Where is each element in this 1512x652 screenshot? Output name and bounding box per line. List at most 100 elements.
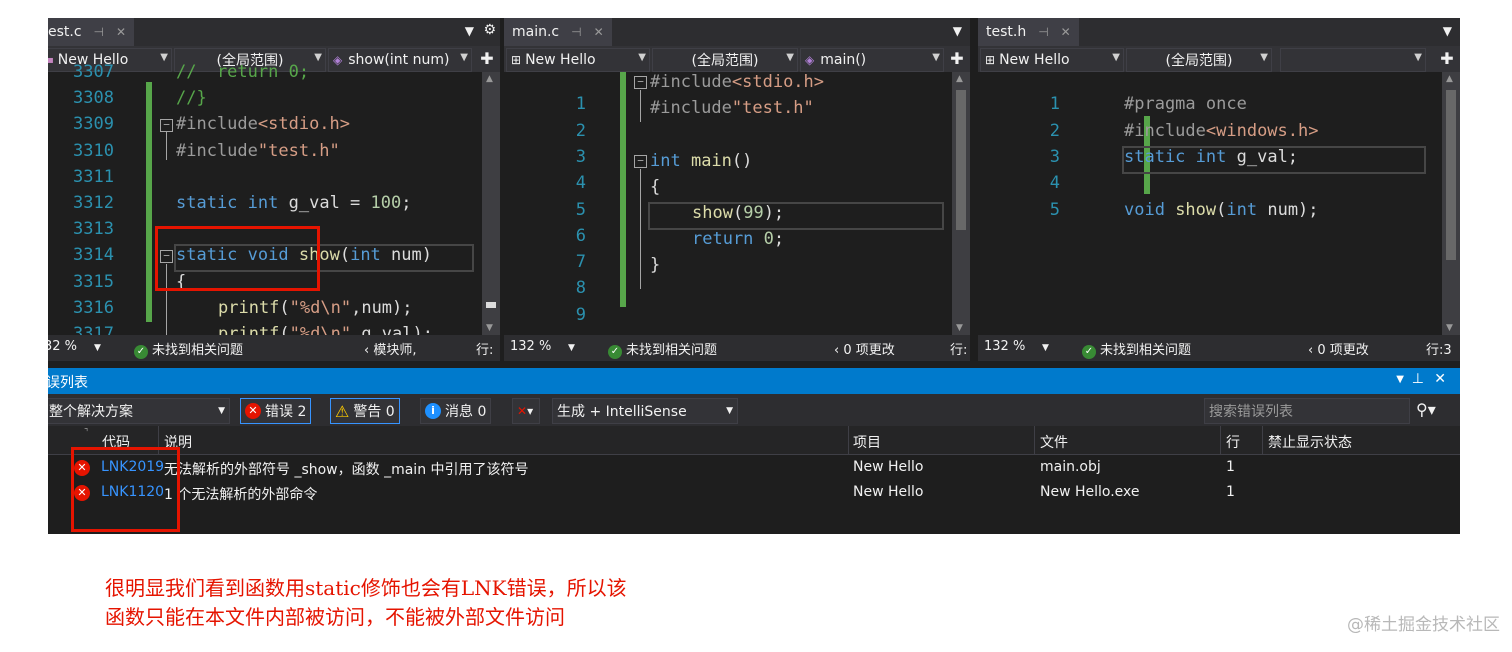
pin-icon[interactable]: ⊣	[94, 25, 104, 39]
tab-dropdown-icon[interactable]: ▼	[953, 24, 962, 38]
column-divider[interactable]	[1220, 426, 1221, 454]
tab-dropdown-icon[interactable]: ▼	[1443, 24, 1452, 38]
collapse-icon[interactable]: −	[160, 119, 173, 132]
tab-test-c[interactable]: est.c ⊣ ✕	[48, 18, 135, 46]
zoom-dropdown-icon[interactable]: ▼	[94, 343, 101, 353]
code-editor[interactable]: 1 2 3 4 5 6 7 8 9 − #include<stdio.h> #i…	[504, 72, 970, 335]
scroll-up-icon[interactable]: ▲	[956, 74, 963, 84]
scrollbar-thumb[interactable]	[1446, 90, 1456, 260]
issues-indicator[interactable]: ✓ 未找到相关问题	[608, 339, 717, 359]
column-divider[interactable]	[848, 426, 849, 454]
gear-icon[interactable]: ⚙	[483, 22, 496, 38]
change-indicator	[146, 82, 152, 322]
line-number: 7	[575, 252, 586, 272]
tab-test-h[interactable]: test.h ⊣ ✕	[978, 18, 1079, 46]
status-extra[interactable]: ‹ 模块师,	[364, 339, 416, 358]
pin-icon[interactable]: ⊣	[571, 25, 581, 39]
error-description: 1 个无法解析的外部命令	[164, 487, 318, 503]
collapse-icon[interactable]: −	[634, 76, 647, 89]
method-icon: ◈	[333, 53, 343, 67]
scroll-up-icon[interactable]: ▲	[486, 74, 493, 84]
errors-filter-button[interactable]: ✕ 错误 2	[240, 398, 312, 424]
scroll-down-icon[interactable]: ▼	[1446, 323, 1453, 333]
build-filter-dropdown[interactable]: 生成 + IntelliSense ▼	[552, 398, 738, 424]
line-number: 3314	[73, 245, 114, 265]
pin-icon[interactable]: ⊣	[1038, 25, 1048, 39]
tab-main-c[interactable]: main.c ⊣ ✕	[504, 18, 612, 46]
column-divider[interactable]	[1034, 426, 1035, 454]
error-row[interactable]: ✕ LNK2019 无法解析的外部符号 _show，函数 _main 中引用了该…	[48, 456, 1460, 481]
navigation-bar: ⊞ New Hello ▼ (全局范围) ▼ ◈ main() ▼ ✚	[504, 46, 970, 72]
zoom-level[interactable]: 132 %	[984, 339, 1025, 354]
error-list-title: 误列表	[48, 375, 88, 391]
tab-dropdown-icon[interactable]: ▼	[465, 24, 474, 38]
warnings-filter-button[interactable]: ⚠ 警告 0	[330, 398, 400, 424]
scrollbar-thumb[interactable]	[486, 302, 496, 308]
line-number: 2	[575, 121, 586, 141]
filter-toggle-button[interactable]: ✕▾	[512, 398, 540, 424]
vertical-scrollbar[interactable]: ▲ ▼	[1442, 72, 1460, 335]
editor-pane-main-c: main.c ⊣ ✕ ▼ ⊞ New Hello ▼ (全局范围) ▼ ◈ ma…	[504, 18, 970, 361]
change-indicator	[620, 72, 626, 307]
code-editor[interactable]: 1 2 3 4 5 #pragma once #include<windows.…	[978, 72, 1460, 335]
column-suppression[interactable]: 禁止显示状态	[1268, 432, 1352, 452]
split-icon[interactable]: ✚	[1436, 48, 1458, 70]
search-icon[interactable]: ⚲▾	[1416, 400, 1436, 419]
scroll-up-icon[interactable]: ▲	[1446, 74, 1453, 84]
column-divider[interactable]	[1262, 426, 1263, 454]
code-line: #include"test.h"	[650, 98, 814, 118]
code-line: printf("%d\n",num);	[218, 298, 413, 318]
zoom-level[interactable]: 32 %	[48, 339, 77, 354]
line-number: 3309	[73, 114, 114, 134]
column-file[interactable]: 文件	[1040, 432, 1068, 452]
chevron-down-icon: ▼	[1414, 52, 1422, 63]
zoom-level[interactable]: 132 %	[510, 339, 551, 354]
editor-status-bar: 32 % ▼ ✓ 未找到相关问题 ‹ 模块师, 行:	[48, 335, 500, 361]
messages-filter-label: 消息 0	[445, 404, 487, 420]
vertical-scrollbar[interactable]: ▲ ▼	[952, 72, 970, 335]
messages-filter-button[interactable]: i 消息 0	[420, 398, 492, 424]
scope-filter-dropdown[interactable]: 整个解决方案 ▼	[48, 398, 230, 424]
row-indicator: 行:	[476, 343, 494, 358]
zoom-dropdown-icon[interactable]: ▼	[1042, 343, 1049, 353]
search-error-list-input[interactable]: 搜索错误列表	[1204, 398, 1410, 424]
member-dropdown[interactable]: ▼	[1280, 48, 1426, 72]
member-dropdown[interactable]: ◈ main() ▼	[800, 48, 944, 72]
column-line[interactable]: 行	[1226, 432, 1240, 452]
pin-icon[interactable]: ⊥	[1412, 371, 1424, 387]
error-icon: ✕	[245, 403, 261, 419]
code-line: #include"test.h"	[176, 141, 340, 161]
line-number: 5	[575, 200, 586, 220]
scroll-down-icon[interactable]: ▼	[956, 323, 963, 333]
split-icon[interactable]: ✚	[476, 48, 498, 70]
build-filter-label: 生成 + IntelliSense	[557, 404, 687, 420]
split-icon[interactable]: ✚	[946, 48, 968, 70]
column-project[interactable]: 项目	[853, 432, 881, 452]
scope-dropdown[interactable]: (全局范围) ▼	[1126, 48, 1272, 72]
chevron-down-icon: ▼	[160, 52, 168, 63]
close-icon[interactable]: ✕	[1434, 371, 1446, 387]
project-dropdown[interactable]: ⊞ New Hello ▼	[980, 48, 1124, 72]
panel-menu-icon[interactable]: ▼	[1396, 374, 1404, 385]
collapse-icon[interactable]: −	[634, 155, 647, 168]
code-line: #include<stdio.h>	[176, 114, 351, 134]
issues-indicator[interactable]: ✓ 未找到相关问题	[1082, 339, 1191, 359]
status-extra[interactable]: ‹ 0 项更改	[834, 339, 895, 358]
vertical-scrollbar[interactable]: ▲ ▼	[482, 72, 500, 335]
issues-indicator[interactable]: ✓ 未找到相关问题	[134, 339, 243, 359]
scope-dropdown[interactable]: (全局范围) ▼	[652, 48, 798, 72]
error-list-header: ⌝ 代码 说明 项目 文件 行 禁止显示状态	[48, 426, 1460, 455]
close-icon[interactable]: ✕	[594, 25, 604, 39]
scroll-down-icon[interactable]: ▼	[486, 323, 493, 333]
close-icon[interactable]: ✕	[1061, 25, 1071, 39]
project-dropdown[interactable]: ⊞ New Hello ▼	[506, 48, 650, 72]
code-editor[interactable]: 3307 3308 3309 3310 3311 3312 3313 3314 …	[48, 62, 500, 344]
member-dropdown[interactable]: ◈ show(int num) ▼	[328, 48, 472, 72]
scrollbar-thumb[interactable]	[956, 90, 966, 230]
annotation-text-line2: 函数只能在本文件内部被访问，不能被外部文件访问	[105, 605, 565, 629]
close-icon[interactable]: ✕	[116, 25, 126, 39]
status-extra[interactable]: ‹ 0 项更改	[1308, 339, 1369, 358]
zoom-dropdown-icon[interactable]: ▼	[568, 343, 575, 353]
error-row[interactable]: ✕ LNK1120 1 个无法解析的外部命令 New Hello New Hel…	[48, 481, 1460, 506]
fold-guide	[166, 132, 167, 160]
